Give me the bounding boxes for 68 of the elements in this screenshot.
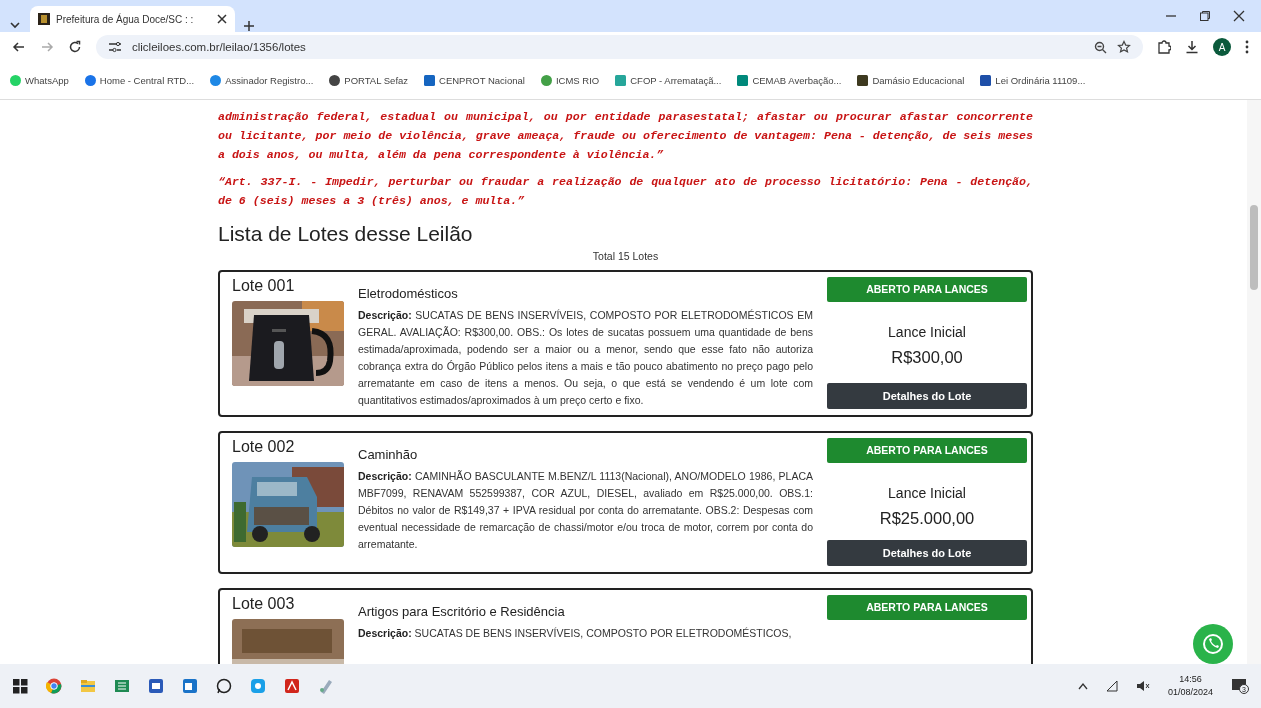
price: R$300,00 [890, 348, 964, 367]
spreadsheet-icon[interactable] [114, 678, 130, 694]
restore-icon[interactable] [1199, 10, 1211, 22]
price: R$25.000,00 [878, 509, 976, 528]
browser-icon[interactable] [46, 678, 62, 694]
tab-title: Prefeitura de Água Doce/SC : : [56, 13, 195, 25]
more-icon[interactable] [1245, 40, 1249, 54]
chevron-up-icon[interactable] [1077, 682, 1088, 690]
folder-icon[interactable] [80, 678, 96, 694]
status-badge: ABERTO PARA LANCES [827, 438, 1027, 463]
star-icon[interactable] [1117, 40, 1131, 54]
messenger-icon[interactable] [250, 678, 266, 694]
lot-number: Lote 003 [232, 595, 295, 613]
network-icon[interactable] [1105, 680, 1118, 692]
download-icon[interactable] [1185, 40, 1199, 54]
lot-description: Descrição: SUCATAS DE BENS INSERVÍVEIS, COMPOSTO POR ELETRODOMÉSTICOS EM GERAL. AVALIAÇÃO: R$300,00. OBS.: Os lotes de sucatas possuem uma quantidade de bens estimada/aproximada, podendo ser a maior ou a menor, sendo que esse fato não autoriza cobrança extra do Órgão Público pelos itens a mais e tão pouco abatimento no preço pago pelo arrematante em caso de itens a menos. Ou seja, o que está se vendendo é um lote com quantitativos estimados/aproximados à um preço certo e fixo. [358, 308, 813, 408]
close-icon[interactable] [217, 14, 227, 24]
new-tab-icon[interactable] [243, 20, 255, 32]
address-bar[interactable]: clicleiloes.com.br/leilao/1356/lotes [96, 35, 1143, 59]
lot-title: Caminhão [358, 447, 418, 462]
bookmark[interactable]: CFOP - Arremataçã... [615, 75, 722, 86]
price-label: Lance Inicial [887, 485, 967, 501]
start-icon[interactable] [12, 678, 28, 694]
chat-icon[interactable] [216, 678, 232, 694]
profile-avatar[interactable]: A [1213, 38, 1231, 56]
date-text: 01/08/2024 [1167, 686, 1213, 699]
site-icon [38, 13, 50, 25]
back-icon[interactable] [12, 40, 26, 54]
bookmark[interactable]: CEMAB Averbação... [737, 75, 842, 86]
phone-icon [1202, 633, 1224, 655]
close-icon[interactable] [1233, 10, 1245, 22]
bookmark[interactable]: PORTAL Sefaz [329, 75, 409, 86]
zoom-icon[interactable] [1094, 40, 1107, 54]
document-icon[interactable] [148, 678, 164, 694]
bookmark[interactable]: Assinador Registro... [210, 75, 314, 86]
legal-text: “Art. 337-I. - Impedir, perturbar ou fraudar a realização de qualquer ato de processo licitatório: Pena - detenção, de 6 (seis) meses a 3 (três) anos, e multa.” [218, 174, 1033, 209]
site-settings-icon[interactable] [108, 41, 122, 53]
reload-icon[interactable] [68, 40, 82, 54]
section-heading: Lista de Lotes desse Leilão [218, 222, 473, 246]
pdf-icon[interactable] [284, 678, 300, 694]
lot-count: Total 15 Lotes [592, 250, 659, 262]
status-badge: ABERTO PARA LANCES [827, 277, 1027, 302]
bookmark[interactable]: Damásio Educacional [857, 75, 965, 86]
time-text: 14:56 [1179, 673, 1202, 686]
legal-text: administração federal, estadual ou municipal, ou por entidade parasestatal; afastar ou procurar afastar concorrente ou licitante, por meio de violência, grave ameaça, fraude ou oferecimento de vantagem: Pena - detenção, de seis meses a dois anos, ou multa, além da pena correspondente à violência.” [218, 109, 1033, 163]
details-button[interactable]: Detalhes do Lote [827, 383, 1027, 409]
lot-title: Eletrodomésticos [358, 286, 458, 301]
bookmark[interactable]: Home - Central RTD... [84, 75, 195, 86]
chat-button[interactable] [1193, 624, 1233, 664]
clock[interactable]: 14:56 01/08/2024 [1167, 673, 1213, 699]
details-button[interactable]: Detalhes do Lote [827, 540, 1027, 566]
price-label: Lance Inicial [887, 324, 967, 340]
bookmark[interactable]: CENPROT Nacional [424, 75, 525, 86]
status-badge: ABERTO PARA LANCES [827, 595, 1027, 620]
lot-number: Lote 002 [232, 438, 295, 456]
extensions-icon[interactable] [1157, 40, 1171, 54]
browser-tab[interactable]: Prefeitura de Água Doce/SC : : [30, 6, 235, 32]
scrollbar[interactable] [1247, 100, 1261, 664]
bookmark[interactable]: ICMS RIO [540, 75, 600, 86]
lot-number: Lote 001 [232, 277, 295, 295]
lot-description: Descrição: CAMINHÃO BASCULANTE M.BENZ/L 1113(Nacional), ANO/MODELO 1986, PLACA MBF7099, RENAVAM 552599387, COR AZUL, DIESEL, avaliado em R$25.000,00. OBS.1: Débitos no valor de R$149,37 + IPVA residual por conta do arrematante. OBS.2: Despesas com eventual necessidade de remarcação de chassi/motor e/ou troca de motor, correm por conta do arrematante. [358, 469, 813, 552]
bookmark[interactable]: Lei Ordinária 11109... [980, 75, 1086, 86]
bookmark[interactable]: WhatsApp [10, 75, 69, 86]
speaker-icon[interactable] [1135, 680, 1150, 692]
scrollbar-thumb[interactable] [1250, 205, 1258, 290]
lot-title: Artigos para Escritório e Residência [358, 604, 565, 619]
url-text: clicleiloes.com.br/leilao/1356/lotes [132, 41, 306, 53]
lot-description: Descrição: SUCATAS DE BENS INSERVÍVEIS, COMPOSTO POR ELETRODOMÉSTICOS, [358, 626, 793, 641]
